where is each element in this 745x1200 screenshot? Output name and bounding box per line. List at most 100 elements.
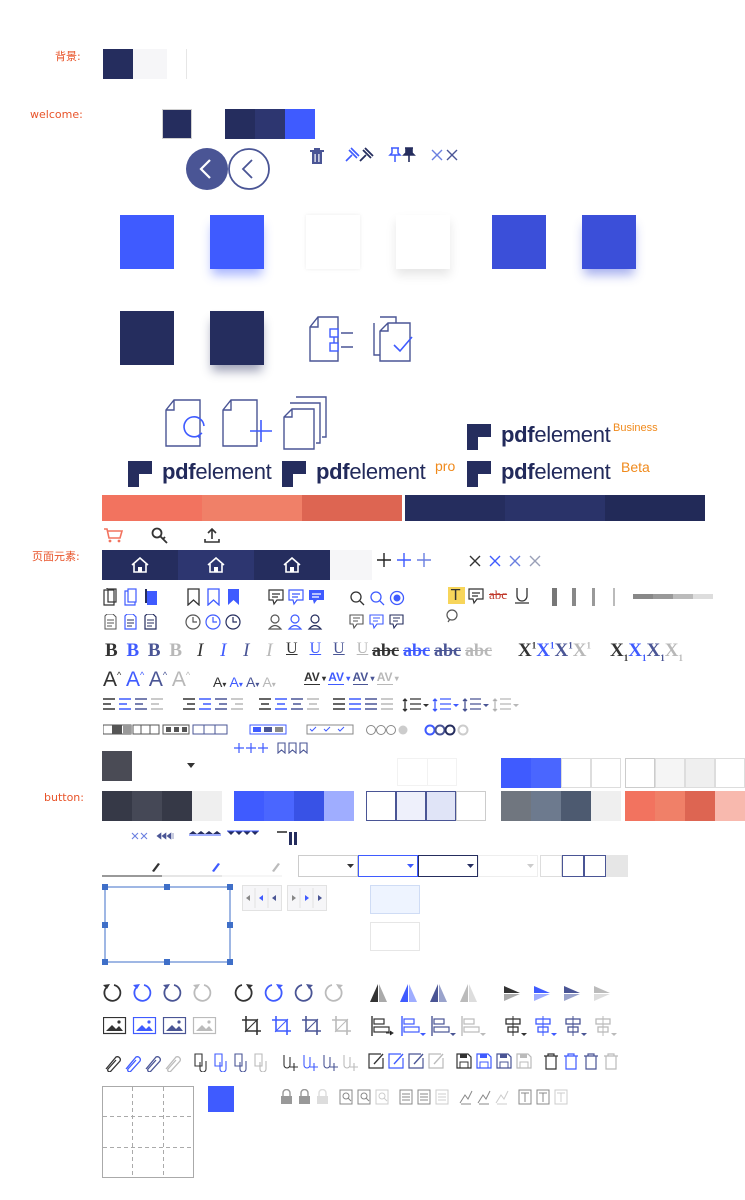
button-blue-pressed[interactable] — [294, 791, 324, 821]
table-grid-panel[interactable] — [102, 1086, 194, 1178]
text-box-default[interactable] — [370, 922, 420, 951]
home-tab-4[interactable] — [330, 550, 372, 580]
card-dark-blue-shadow[interactable] — [582, 215, 636, 269]
attach-icon-row[interactable] — [103, 1052, 183, 1072]
text-box-focused[interactable] — [370, 885, 420, 914]
pin-icon[interactable] — [343, 146, 375, 164]
close-icon[interactable] — [430, 148, 460, 162]
welcome-tab-2[interactable] — [255, 109, 285, 139]
welcome-tab-3[interactable] — [285, 109, 315, 139]
button-coral-hover[interactable] — [655, 791, 685, 821]
search-icon[interactable] — [445, 609, 461, 625]
comment-icon[interactable] — [268, 589, 328, 606]
button-blue-disabled[interactable] — [324, 791, 354, 821]
button-dark-disabled[interactable] — [192, 791, 222, 821]
button-dark-swatch[interactable] — [102, 751, 132, 781]
doc-combine-icon[interactable] — [372, 315, 420, 363]
distribute-icon-row[interactable] — [504, 1016, 624, 1038]
button-slate-default[interactable] — [501, 791, 531, 821]
doc-multiple-icon[interactable] — [282, 395, 330, 451]
align-objects-icon-row[interactable] — [371, 1016, 495, 1038]
edit-icon-row[interactable] — [368, 1053, 450, 1071]
search-key-icon[interactable] — [151, 527, 169, 545]
upload-icon[interactable] — [204, 527, 220, 544]
nav-arrow-row[interactable] — [131, 830, 303, 846]
card-dark-blue[interactable] — [492, 215, 546, 269]
page-thumb-icon[interactable] — [103, 588, 163, 606]
doc-organize-icon[interactable] — [308, 315, 356, 363]
doc-add-icon[interactable] — [221, 398, 273, 448]
attach-doc-icon-row[interactable] — [193, 1052, 273, 1072]
plus-small-row[interactable] — [234, 742, 314, 754]
segmented-grey-4[interactable] — [715, 758, 745, 788]
doc-lines-icon-row[interactable] — [399, 1089, 451, 1105]
button-slate-hover[interactable] — [531, 791, 561, 821]
back-button-outline[interactable] — [228, 148, 270, 190]
line-style-icon[interactable] — [633, 594, 715, 600]
close-icon[interactable] — [469, 555, 543, 567]
strike-text-icon[interactable]: abc — [489, 587, 507, 603]
rotate-right-icon-row[interactable] — [234, 982, 354, 1004]
doc-text-icon[interactable] — [104, 614, 162, 630]
pager-box-2[interactable] — [562, 855, 584, 877]
card-navy-shadow[interactable] — [210, 311, 264, 365]
button-dark-hover[interactable] — [132, 791, 162, 821]
button-coral-default[interactable] — [625, 791, 655, 821]
note-icon[interactable] — [468, 588, 488, 605]
pager-box-4[interactable] — [606, 855, 628, 877]
text-field-icon-row[interactable] — [518, 1089, 570, 1105]
select-active[interactable] — [418, 855, 478, 877]
button-blue-hover[interactable] — [264, 791, 294, 821]
button-slate-disabled[interactable] — [591, 791, 621, 821]
segmented-grey-1[interactable] — [625, 758, 655, 788]
segmented-blue-1[interactable] — [501, 758, 531, 788]
pager-box-3[interactable] — [584, 855, 606, 877]
rotate-left-icon-row[interactable] — [102, 982, 222, 1004]
next-page-group[interactable] — [287, 885, 327, 911]
text-input-edit-row[interactable] — [102, 859, 284, 877]
selection-box[interactable] — [102, 884, 234, 966]
image-icon-row[interactable] — [103, 1017, 219, 1035]
bookmark-icon[interactable] — [186, 588, 244, 606]
align-icon-row[interactable] — [103, 698, 523, 712]
subscript-icon-row[interactable]: X1X1X1X1 — [610, 640, 683, 663]
card-white[interactable] — [306, 215, 360, 269]
zoom-page-icon-row[interactable] — [339, 1089, 391, 1105]
segmented-grey-3[interactable] — [685, 758, 715, 788]
card-blue[interactable] — [120, 215, 174, 269]
button-outline-disabled[interactable] — [456, 791, 486, 821]
strikethrough-icon-row[interactable]: abc abc abc abc — [372, 640, 492, 661]
trash-icon-row[interactable] — [543, 1053, 623, 1071]
select-hover[interactable] — [358, 855, 418, 877]
segmented-blue-2[interactable] — [531, 758, 561, 788]
button-coral-pressed[interactable] — [685, 791, 715, 821]
pin-icon[interactable] — [387, 146, 417, 164]
button-outline-hover[interactable] — [396, 791, 426, 821]
user-icon[interactable] — [268, 614, 324, 630]
select-default[interactable] — [298, 855, 358, 877]
underline-icon[interactable] — [514, 587, 530, 605]
char-spacing-row[interactable]: AV ▾ AV ▾ AV ▾ AV ▾ — [304, 670, 399, 685]
button-dark-default[interactable] — [102, 791, 132, 821]
select-disabled[interactable] — [478, 855, 538, 877]
segmented-grey-2[interactable] — [655, 758, 685, 788]
line-weight-icon[interactable] — [552, 587, 620, 607]
flip-vertical-icon-row[interactable] — [503, 985, 613, 1001]
segmented-white-2[interactable] — [591, 758, 621, 788]
button-dark-pressed[interactable] — [162, 791, 192, 821]
button-outline-default[interactable] — [366, 791, 396, 821]
attach-add-icon-row[interactable] — [281, 1052, 361, 1072]
segmented-white-1[interactable] — [561, 758, 591, 788]
trash-icon[interactable] — [309, 148, 325, 165]
chevron-down-icon[interactable] — [187, 763, 195, 768]
superscript-icon-row[interactable]: X1X1X1X1 — [518, 640, 591, 662]
prev-page-group[interactable] — [242, 885, 282, 911]
button-outline-pressed[interactable] — [426, 791, 456, 821]
cart-icon[interactable] — [103, 527, 123, 543]
button-blue-default[interactable] — [234, 791, 264, 821]
comment-list-icon[interactable] — [349, 614, 407, 630]
card-blue-shadow[interactable] — [210, 215, 264, 269]
font-size-increase-row[interactable]: A^ A^ A^ A^ — [103, 668, 190, 692]
plus-icon[interactable] — [376, 552, 436, 568]
pager-box-1[interactable] — [540, 855, 562, 877]
